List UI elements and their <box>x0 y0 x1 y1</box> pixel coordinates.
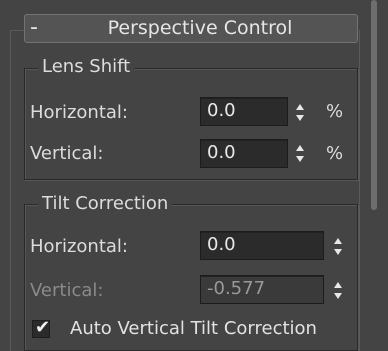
scrollbar-track[interactable] <box>366 0 388 351</box>
tilt-vertical-input[interactable]: -0.577 <box>200 275 324 304</box>
spinner-up-down-icon[interactable] <box>293 141 307 167</box>
auto-vertical-tilt-label[interactable]: Auto Vertical Tilt Correction <box>70 316 317 342</box>
rollout-left-edge <box>10 30 11 351</box>
lens-shift-title: Lens Shift <box>38 56 135 78</box>
tilt-correction-title: Tilt Correction <box>38 193 173 215</box>
lens-shift-vertical-unit: % <box>326 143 344 164</box>
lens-shift-horizontal-unit: % <box>326 101 344 122</box>
tilt-horizontal-input[interactable]: 0.0 <box>200 231 324 260</box>
checkmark-icon: ✔ <box>35 317 51 338</box>
rollout-title: Perspective Control <box>107 17 293 39</box>
lens-shift-horizontal-input[interactable]: 0.0 <box>200 97 288 126</box>
scrollbar-thumb[interactable] <box>371 0 377 210</box>
lens-shift-vertical-label: Vertical: <box>30 143 104 164</box>
tilt-vertical-label: Vertical: <box>30 280 104 301</box>
spinner-up-down-icon[interactable] <box>331 234 345 260</box>
spinner-up-down-icon[interactable] <box>293 100 307 126</box>
rollout-right-edge <box>359 30 360 351</box>
spinner-up-down-icon[interactable] <box>331 278 345 304</box>
lens-shift-horizontal-label: Horizontal: <box>30 102 128 123</box>
lens-shift-vertical-input[interactable]: 0.0 <box>200 139 288 168</box>
tilt-horizontal-label: Horizontal: <box>30 236 128 257</box>
